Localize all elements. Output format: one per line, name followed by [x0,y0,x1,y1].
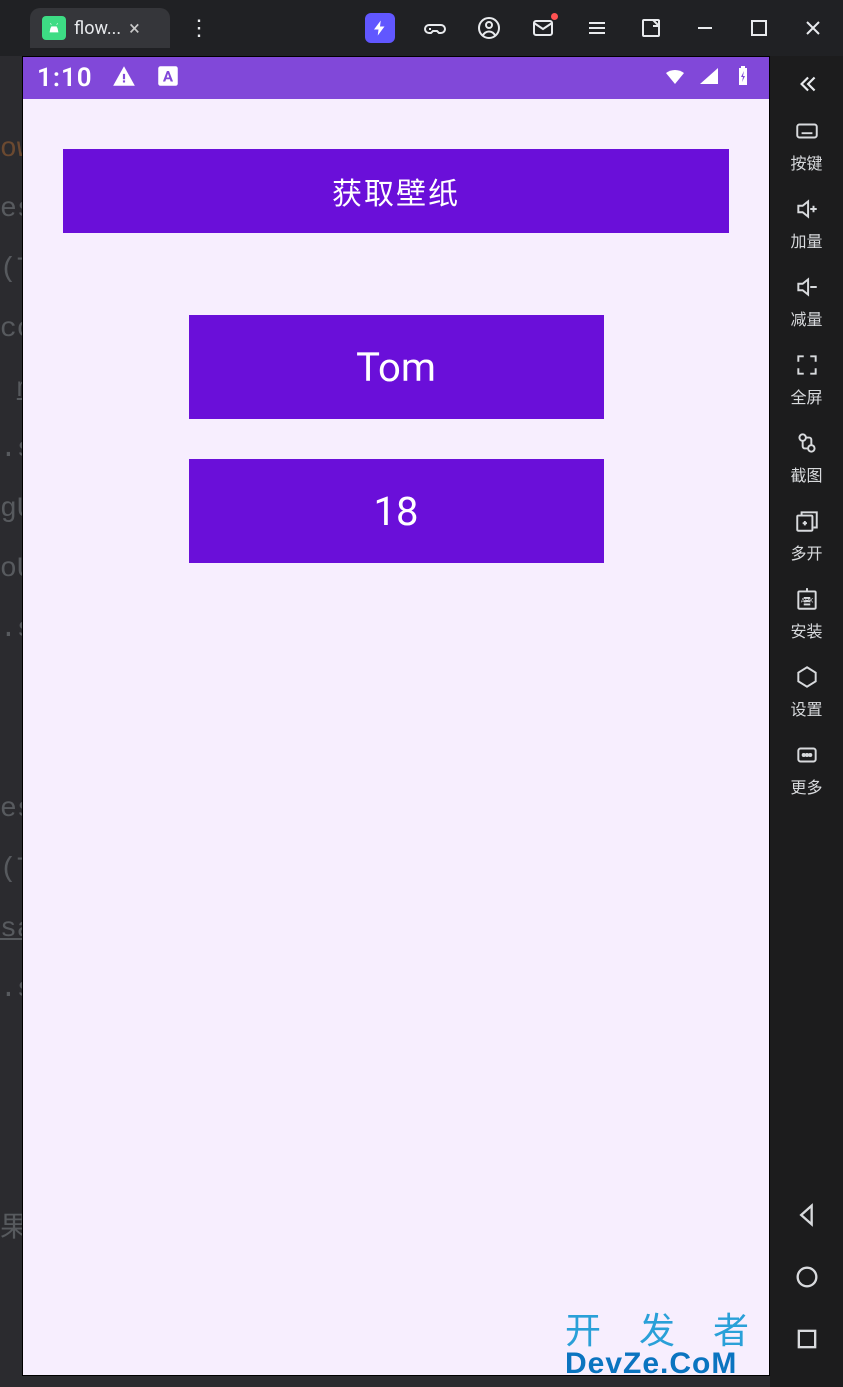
menu-icon[interactable] [583,14,611,42]
minimize-icon[interactable] [691,14,719,42]
sidebar-item-fullscreen[interactable]: 全屏 [770,342,843,416]
account-icon[interactable] [475,14,503,42]
age-card: 18 [189,459,604,563]
nav-home-button[interactable] [793,1263,821,1295]
sidebar-label: 设置 [790,696,822,720]
sidebar-label: 减量 [790,306,822,330]
mail-icon[interactable] [529,14,557,42]
svg-text:APK: APK [800,596,813,604]
sidebar-item-install[interactable]: APK 安装 [770,576,843,650]
sidebar-label: 全屏 [790,384,822,408]
sidebar-label: 加量 [790,228,822,252]
emulator-sidebar: 按键 加量 减量 全屏 截图 多开 APK 安装 设置 更多 [770,56,843,1387]
battery-icon [731,64,755,92]
notification-dot [551,13,558,20]
sidebar-item-settings[interactable]: 设置 [770,654,843,728]
sidebar-item-more[interactable]: 更多 [770,732,843,806]
bolt-icon[interactable] [365,13,395,43]
app-body: 获取壁纸 Tom 18 [23,99,769,1375]
android-icon [42,16,66,40]
signal-icon [697,64,721,92]
android-statusbar: 1:10 A [23,57,769,99]
sidebar-item-screenshot[interactable]: 截图 [770,420,843,494]
maximize-icon[interactable] [745,14,773,42]
popout-icon[interactable] [637,14,665,42]
name-card: Tom [189,315,604,419]
wifi-icon [663,64,687,92]
status-time: 1:10 [37,63,93,93]
sidebar-item-keys[interactable]: 按键 [770,108,843,182]
collapse-sidebar-button[interactable] [770,64,843,104]
sidebar-label: 安装 [790,618,822,642]
sidebar-item-volup[interactable]: 加量 [770,186,843,260]
get-wallpaper-button[interactable]: 获取壁纸 [63,149,729,233]
sidebar-label: 截图 [790,462,822,486]
tab-title: flow... [74,18,121,39]
close-icon[interactable] [799,14,827,42]
tab-close-button[interactable]: × [129,16,140,40]
svg-text:A: A [163,67,174,85]
sidebar-label: 多开 [790,540,822,564]
emulator-screen: 1:10 A 获取壁纸 Tom 18 [22,56,770,1376]
tab-menu-button[interactable]: ⋮ [188,16,210,41]
sidebar-item-multi[interactable]: 多开 [770,498,843,572]
nav-back-button[interactable] [793,1201,821,1233]
gamepad-icon[interactable] [421,14,449,42]
sidebar-label: 按键 [790,150,822,174]
warning-icon [111,63,137,93]
nav-recent-button[interactable] [793,1325,821,1357]
title-actions [365,13,843,43]
android-nav-buttons [770,1201,843,1387]
browser-tab[interactable]: flow... × [30,8,170,48]
window-titlebar: flow... × ⋮ [0,0,843,56]
sidebar-label: 更多 [790,774,822,798]
sidebar-item-voldown[interactable]: 减量 [770,264,843,338]
input-method-icon: A [155,63,181,93]
